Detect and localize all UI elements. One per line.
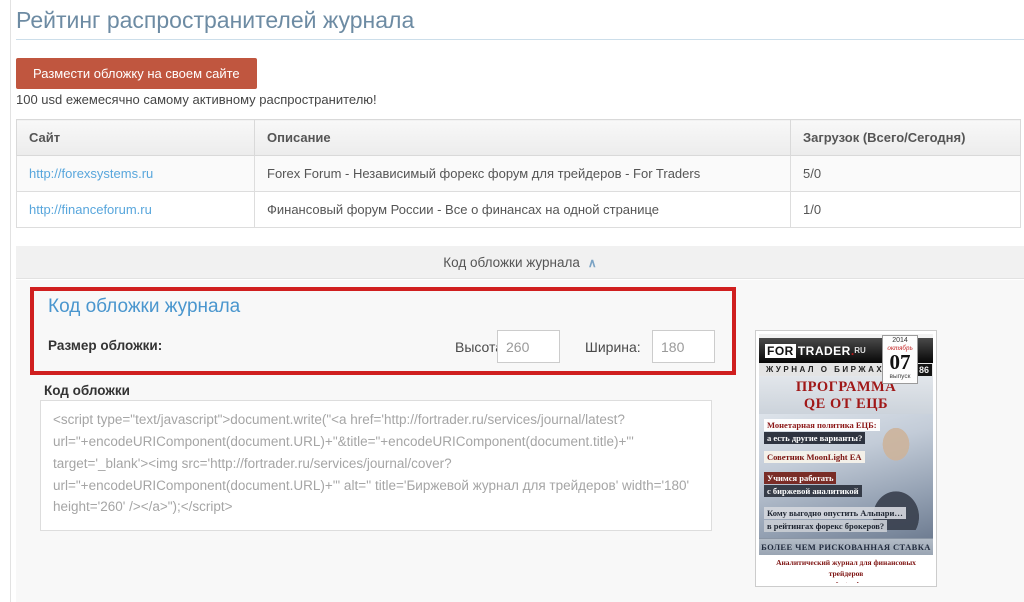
width-input[interactable] [652, 330, 715, 363]
toggle-label: Код обложки журнала [443, 254, 580, 270]
column-header-downloads: Загрузок (Всего/Сегодня) [790, 119, 1021, 156]
cover-size-label: Размер обложки: [48, 338, 163, 353]
downloads-cell: 5/0 [790, 155, 1021, 192]
cover-code-toggle[interactable]: Код обложки журнала ∧ [16, 246, 1024, 279]
cover-code-panel: Код обложки журнала Размер обложки: Высо… [16, 280, 1024, 602]
headline-line2: QE ОТ ЕЦБ [803, 395, 889, 412]
cover-banner: БОЛЕЕ ЧЕМ РИСКОВАННАЯ СТАВКА [759, 538, 933, 555]
logo-trader-text: TRADER [797, 343, 851, 358]
width-label: Ширина: [585, 339, 641, 355]
section-heading: Код обложки журнала [48, 296, 241, 317]
table-header-row: Сайт Описание Загрузок (Всего/Сегодня) [16, 119, 1021, 156]
issue-date-box: 2014 октябрь 07 выпуск [882, 335, 918, 385]
issue-label: выпуск [889, 373, 911, 381]
cover-footer-url: www.fortrader.ru [759, 580, 933, 583]
downloads-cell: 1/0 [790, 191, 1021, 228]
title-divider [16, 39, 1024, 40]
cover-topic: Кому выгодно опустить Альпари… [764, 507, 906, 519]
distributors-table: Сайт Описание Загрузок (Всего/Сегодня) h… [16, 119, 1021, 228]
place-cover-button[interactable]: Размести обложку на своем сайте [16, 58, 257, 89]
magazine-cover: FOR TRADER . RU ЖУРНАЛ О БИРЖАХ 86 2014 … [759, 334, 933, 583]
cover-topic: Монетарная политика ЕЦБ: [764, 419, 880, 431]
site-link[interactable]: http://financeforum.ru [29, 202, 152, 217]
description-cell: Forex Forum - Независимый форекс форум д… [254, 155, 791, 192]
cover-header: FOR TRADER . RU ЖУРНАЛ О БИРЖАХ 86 2014 … [759, 334, 933, 385]
description-cell: Финансовый форум России - Все о финансах… [254, 191, 791, 228]
site-link[interactable]: http://forexsystems.ru [29, 166, 153, 181]
cover-topic: а есть другие варианты? [764, 432, 866, 444]
logo-ru-text: RU [854, 346, 866, 355]
logo-for-text: FOR [765, 343, 796, 358]
site-cell: http://forexsystems.ru [16, 155, 255, 192]
cover-code-textarea[interactable]: <script type="text/javascript">document.… [40, 400, 712, 531]
chevron-up-icon: ∧ [587, 256, 597, 270]
page-title: Рейтинг распространителей журнала [16, 7, 415, 33]
height-input[interactable] [497, 330, 560, 363]
cover-topic: Учимся работать [764, 472, 837, 484]
table-row: http://forexsystems.ru Forex Forum - Нез… [16, 155, 1021, 192]
table-row: http://financeforum.ru Финансовый форум … [16, 191, 1021, 228]
cover-topic: в рейтингах форекс брокеров? [764, 520, 888, 532]
column-header-description: Описание [254, 119, 791, 156]
issue-count-badge: 86 [915, 364, 932, 376]
promo-text: 100 usd ежемесячно самому активному расп… [16, 92, 377, 107]
site-cell: http://financeforum.ru [16, 191, 255, 228]
issue-number: 07 [889, 350, 911, 375]
code-label: Код обложки [44, 383, 130, 398]
annotation-highlight-box: Код обложки журнала Размер обложки: Высо… [30, 287, 736, 375]
left-border-line [10, 0, 11, 602]
cover-footer: Аналитический журнал для финансовых трей… [759, 555, 933, 583]
cover-footer-line1: Аналитический журнал для финансовых трей… [776, 558, 916, 578]
cover-topic: Советник MoonLight EA [764, 451, 865, 463]
page: Рейтинг распространителей журнала Размес… [0, 0, 1024, 602]
magazine-cover-preview: FOR TRADER . RU ЖУРНАЛ О БИРЖАХ 86 2014 … [755, 330, 937, 587]
cover-topic: с биржевой аналитикой [764, 485, 862, 497]
cover-photo-area: Монетарная политика ЕЦБ: а есть другие в… [759, 414, 933, 538]
column-header-site: Сайт [16, 119, 255, 156]
